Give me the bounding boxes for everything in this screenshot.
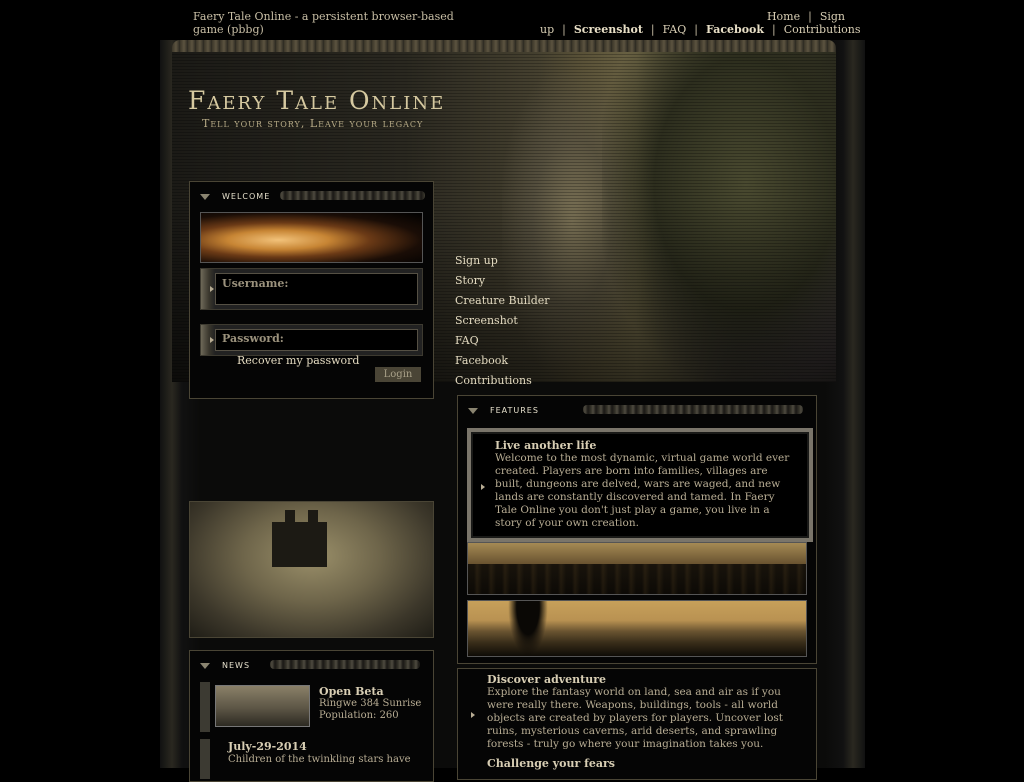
- celtic-knot-ornament: [583, 405, 803, 414]
- main-nav-screenshot[interactable]: Screenshot: [455, 314, 575, 334]
- site-description: Faery Tale Online - a persistent browser…: [193, 10, 454, 36]
- main-nav-facebook[interactable]: Facebook: [455, 354, 575, 374]
- site-tagline: Tell your story, Leave your legacy: [202, 117, 424, 130]
- main-nav-story[interactable]: Story: [455, 274, 575, 294]
- flower-image: [200, 212, 423, 263]
- nav-separator: |: [650, 23, 655, 36]
- news-item[interactable]: July-29-2014 Children of the twinkling s…: [200, 739, 431, 779]
- castle-silhouette: [272, 522, 327, 567]
- welcome-title: Welcome: [200, 191, 425, 204]
- features-box: Features Live another life Welcome to th…: [457, 395, 817, 664]
- news-item-text: Ringwe 384 Sunrise: [319, 698, 422, 709]
- main-nav-signup[interactable]: Sign up: [455, 254, 575, 274]
- feature-card-text: Welcome to the most dynamic, virtual gam…: [495, 452, 790, 529]
- adventure-text: Explore the fantasy world on land, sea a…: [487, 686, 783, 750]
- top-nav-faq[interactable]: FAQ: [663, 23, 687, 36]
- news-item[interactable]: Open Beta Ringwe 384 Sunrise Population:…: [200, 682, 431, 732]
- forest-photo: [467, 542, 807, 595]
- news-item-text: Children of the twinkling stars have: [228, 754, 411, 765]
- main-nav: Sign up Story Creature Builder Screensho…: [455, 254, 575, 394]
- features-title-text: Features: [490, 406, 539, 415]
- lake-photo: [467, 600, 807, 657]
- password-label: Password:: [222, 332, 284, 345]
- adventure-title: Discover adventure: [487, 673, 607, 686]
- main-nav-faq[interactable]: FAQ: [455, 334, 575, 354]
- welcome-box: Welcome Username: Password: Recover my p…: [189, 181, 434, 399]
- top-nav-home[interactable]: Home: [767, 10, 800, 23]
- celtic-knot-ornament: [280, 191, 425, 200]
- nav-separator: |: [772, 23, 776, 36]
- news-title: News: [200, 660, 420, 673]
- news-item-title[interactable]: Open Beta: [319, 685, 384, 698]
- welcome-title-text: Welcome: [222, 192, 271, 201]
- news-thumbnail[interactable]: [215, 685, 310, 727]
- site-logo[interactable]: Faery Tale Online: [188, 86, 445, 115]
- password-field[interactable]: Password:: [200, 324, 423, 356]
- news-item-title[interactable]: July-29-2014: [228, 740, 307, 753]
- top-nav-signup[interactable]: Sign: [820, 10, 845, 23]
- feature-card-title: Live another life: [495, 439, 597, 452]
- news-title-text: News: [222, 661, 251, 670]
- castle-tower: [285, 510, 295, 525]
- news-box: News Open Beta Ringwe 384 Sunrise Popula…: [189, 650, 434, 782]
- features-title: Features: [468, 405, 803, 418]
- challenge-title: Challenge your fears: [487, 757, 615, 770]
- top-nav-contributions[interactable]: Contributions: [784, 23, 861, 36]
- castle-tower: [308, 510, 318, 525]
- triangle-icon: [200, 193, 210, 200]
- username-label: Username:: [222, 277, 289, 290]
- arrow-icon: [210, 337, 214, 343]
- arrow-icon: [210, 286, 214, 292]
- top-nav: Home | Sign up | Screenshot | FAQ | Facebook | Con…: [540, 10, 860, 36]
- recover-password-link[interactable]: Recover my password: [237, 354, 359, 367]
- top-nav-signup-cont[interactable]: up: [540, 23, 554, 36]
- adventure-box: Discover adventure Explore the fantasy w…: [457, 668, 817, 780]
- news-item-text: Population: 260: [319, 710, 399, 721]
- top-nav-facebook[interactable]: Facebook: [706, 23, 764, 36]
- castle-map-image: [189, 501, 434, 638]
- nav-separator: |: [808, 10, 812, 23]
- celtic-border: [172, 40, 836, 52]
- main-nav-contributions[interactable]: Contributions: [455, 374, 575, 394]
- username-field[interactable]: Username:: [200, 268, 423, 310]
- tree-silhouette: [468, 564, 806, 594]
- triangle-icon: [468, 407, 478, 414]
- top-nav-screenshot[interactable]: Screenshot: [574, 23, 643, 36]
- nav-separator: |: [562, 23, 566, 36]
- login-button[interactable]: Login: [375, 367, 421, 382]
- celtic-knot-ornament: [270, 660, 420, 669]
- arrow-icon: [481, 484, 485, 490]
- main-nav-creature-builder[interactable]: Creature Builder: [455, 294, 575, 314]
- tree-silhouette: [508, 601, 548, 656]
- triangle-icon: [200, 662, 210, 669]
- feature-card: Live another life Welcome to the most dy…: [467, 428, 813, 542]
- nav-separator: |: [694, 23, 698, 36]
- arrow-icon: [471, 712, 475, 718]
